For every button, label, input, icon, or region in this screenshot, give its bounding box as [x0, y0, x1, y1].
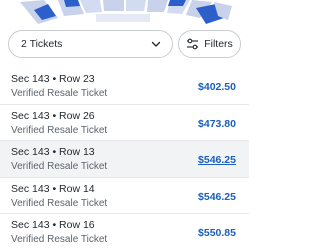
- ticket-listing[interactable]: Sec 143 • Row 16 Verified Resale Ticket …: [0, 214, 249, 249]
- listing-ticket-type: Verified Resale Ticket: [11, 234, 108, 245]
- listing-price[interactable]: $402.50: [198, 81, 236, 93]
- listing-ticket-type: Verified Resale Ticket: [11, 88, 108, 99]
- listing-price[interactable]: $546.25: [198, 191, 236, 203]
- listing-section-row: Sec 143 • Row 13: [11, 146, 95, 158]
- ticket-listing[interactable]: Sec 143 • Row 14 Verified Resale Ticket …: [0, 177, 249, 214]
- listing-ticket-type: Verified Resale Ticket: [11, 197, 108, 209]
- filters-button[interactable]: Filters: [178, 30, 241, 58]
- ticket-listing-highlighted[interactable]: Sec 143 • Row 13 Verified Resale Ticket …: [0, 141, 249, 178]
- listing-ticket-type: Verified Resale Ticket: [11, 124, 108, 136]
- seat-map-graphic: [20, 0, 232, 24]
- chevron-down-icon: [151, 41, 161, 47]
- ticket-quantity-label: 2 Tickets: [21, 38, 63, 50]
- ticket-quantity-dropdown[interactable]: 2 Tickets: [8, 30, 173, 58]
- listing-section-row: Sec 143 • Row 26: [11, 109, 95, 122]
- filter-bar: 2 Tickets Filters: [0, 26, 249, 62]
- listing-ticket-type: Verified Resale Ticket: [11, 161, 108, 172]
- listing-price[interactable]: $546.25: [198, 154, 236, 166]
- listing-section-row: Sec 143 • Row 23: [11, 73, 95, 85]
- ticket-listing[interactable]: Sec 143 • Row 26 Verified Resale Ticket …: [0, 104, 249, 141]
- listing-price[interactable]: $473.80: [198, 118, 236, 130]
- listing-section-row: Sec 143 • Row 14: [11, 182, 95, 195]
- listing-section-row: Sec 143 • Row 16: [11, 219, 95, 231]
- ticket-listings: Sec 143 • Row 23 Verified Resale Ticket …: [0, 68, 249, 249]
- seat-map[interactable]: [0, 0, 249, 26]
- filters-label: Filters: [204, 38, 233, 50]
- listing-price[interactable]: $550.85: [198, 227, 236, 239]
- ticket-listing[interactable]: Sec 143 • Row 23 Verified Resale Ticket …: [0, 68, 249, 105]
- sliders-icon: [187, 38, 199, 50]
